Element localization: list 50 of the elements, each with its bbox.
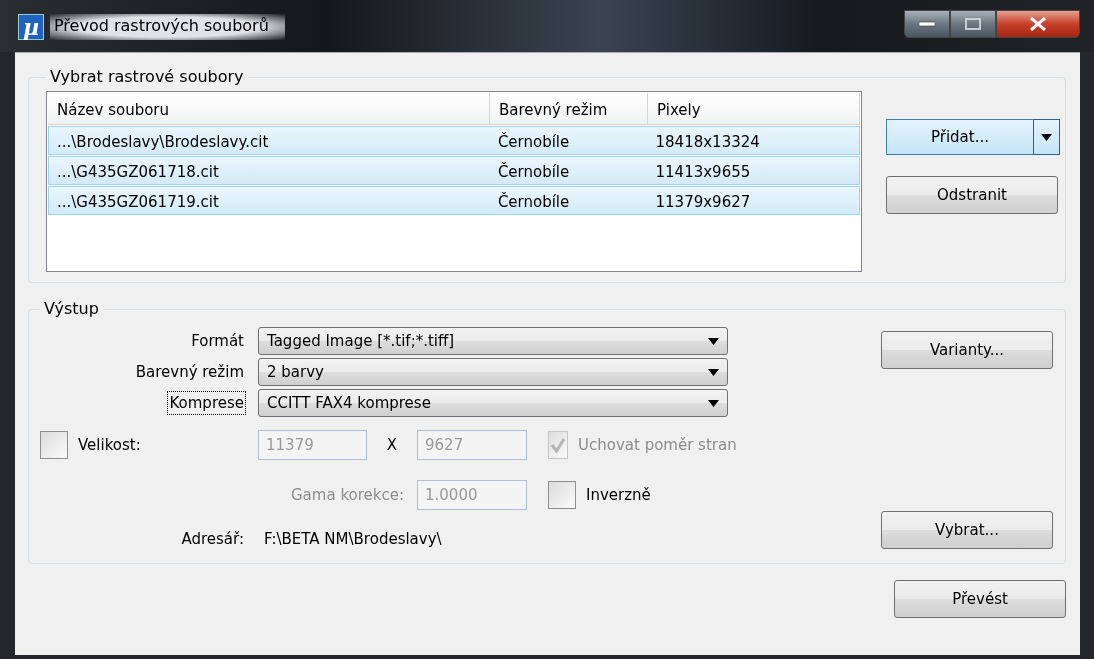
- table-cell-text: ...\G435GZ061718.cit: [56, 162, 220, 183]
- close-icon: [1029, 17, 1047, 31]
- table-cell-text: Černobíle: [496, 161, 571, 183]
- caret-icon: [1041, 133, 1052, 141]
- dropdown-button[interactable]: [1033, 119, 1060, 155]
- file-row[interactable]: ...\G435GZ061718.cit Černobíle 11413x9655: [48, 156, 860, 185]
- add-button[interactable]: Přidat...: [886, 119, 1033, 155]
- app-icon: µ: [18, 14, 44, 40]
- column-header[interactable]: Pixely: [648, 93, 860, 124]
- table-cell-text: 18418x13324: [654, 132, 761, 153]
- close-button[interactable]: [996, 10, 1080, 38]
- maximize-icon: [965, 18, 981, 30]
- remove-button[interactable]: Odstranit: [886, 176, 1058, 214]
- file-row[interactable]: ...\G435GZ061719.cit Černobíle 11379x9627: [48, 186, 860, 215]
- dropdown[interactable]: CCITT FAX4 komprese: [258, 389, 728, 417]
- table-cell-text: Černobíle: [496, 131, 571, 153]
- dropdown[interactable]: 2 barvy: [258, 358, 728, 386]
- checkbox-label: Inverzně: [586, 484, 651, 506]
- checkbox[interactable]: [548, 481, 576, 509]
- directory-path: F:\BETA NM\Brodeslavy\: [263, 528, 443, 550]
- checkbox-label: Uchovat poměr stran: [578, 434, 737, 456]
- dropdown[interactable]: Tagged Image [*.tif;*.tiff]: [258, 327, 728, 355]
- field-label: Gama korekce:: [290, 485, 405, 506]
- field-label: Barevný režim: [134, 362, 245, 383]
- caret-icon: [708, 368, 719, 376]
- convert-button[interactable]: Převést: [894, 580, 1066, 618]
- caret-icon: [708, 337, 719, 345]
- table-cell-text: Černobíle: [496, 191, 571, 213]
- caret-icon: [708, 399, 719, 407]
- column-header[interactable]: Barevný režim: [490, 93, 648, 124]
- table-cell-text: ...\G435GZ061719.cit: [56, 192, 220, 213]
- separator-label: X: [386, 434, 398, 456]
- table-cell-text: 11379x9627: [654, 192, 752, 213]
- group-title: Vybrat rastrové soubory: [49, 67, 245, 87]
- file-row[interactable]: ...\Brodeslavy\Brodeslavy.cit Černobíle 18418x13324: [48, 126, 860, 155]
- minimize-button[interactable]: [904, 10, 950, 38]
- options-button[interactable]: Varianty...: [881, 331, 1053, 369]
- field-label: Formát: [190, 331, 245, 352]
- field-label: Komprese: [168, 392, 245, 414]
- browse-button[interactable]: Vybrat...: [881, 511, 1053, 549]
- table-cell-text: ...\Brodeslavy\Brodeslavy.cit: [56, 132, 270, 153]
- group-title: Výstup: [43, 299, 100, 319]
- maximize-button[interactable]: [950, 10, 996, 38]
- check-icon: [549, 436, 567, 454]
- window-title: Převod rastrových souborů: [50, 14, 285, 40]
- checkbox-label: Velikost:: [78, 434, 142, 456]
- field-label: Adresář:: [180, 529, 245, 550]
- column-header[interactable]: Název souboru: [48, 93, 490, 124]
- table-cell-text: 11413x9655: [654, 162, 752, 183]
- minimize-icon: [919, 21, 935, 27]
